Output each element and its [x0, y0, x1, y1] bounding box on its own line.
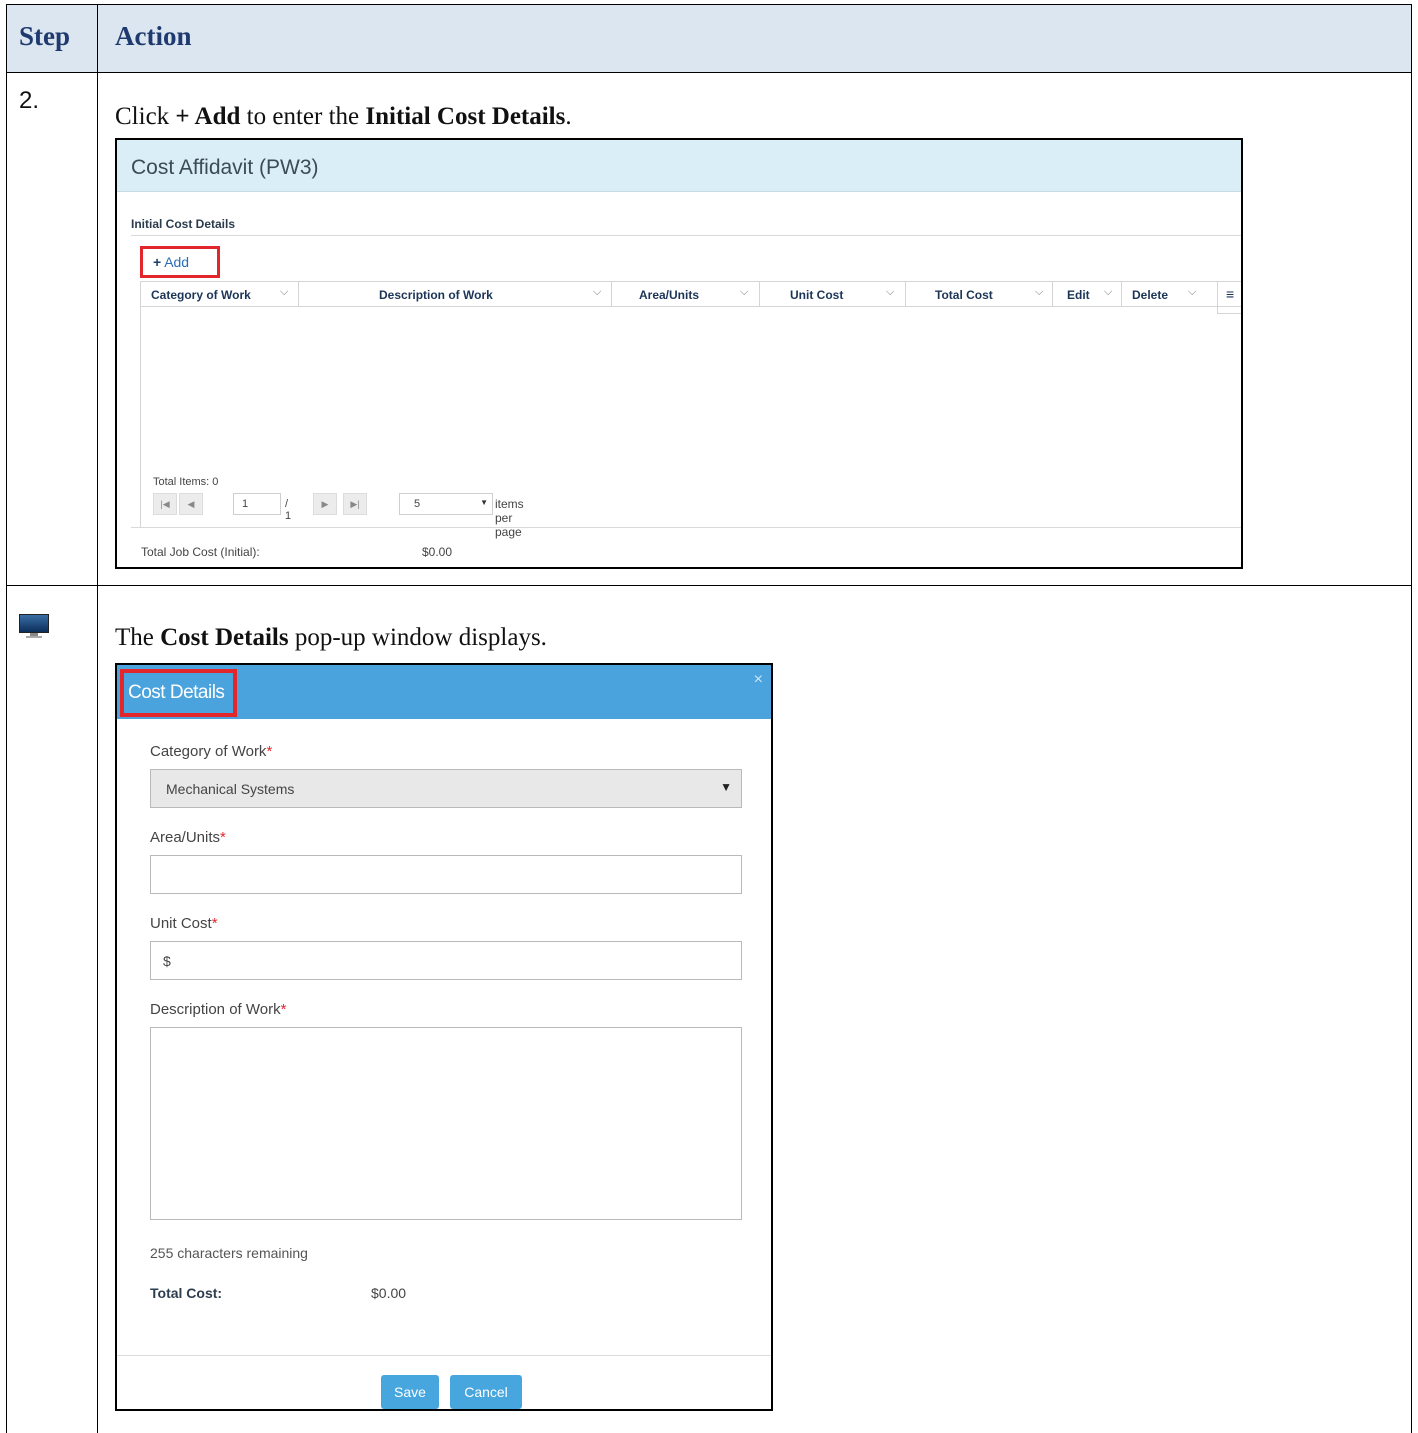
- modal-header: Cost Details ×: [117, 665, 771, 719]
- chevron-down-icon[interactable]: ⌵: [1035, 286, 1043, 299]
- panel-title: Cost Affidavit (PW3): [117, 140, 1241, 192]
- instr-text: to enter the: [240, 103, 366, 130]
- procedure-table: Step Action 2. Click + Add to enter the …: [6, 4, 1412, 1433]
- label-text: Unit Cost: [150, 915, 212, 932]
- save-button[interactable]: Save: [381, 1375, 439, 1409]
- cost-details-modal-screenshot: Cost Details × Category of Work* Mechani…: [115, 663, 773, 1411]
- header-step: Step: [19, 21, 71, 51]
- footer-divider: [131, 527, 1241, 528]
- area-units-label: Area/Units*: [150, 829, 226, 846]
- required-mark: *: [211, 915, 218, 932]
- grid-header: Category of Work ⌵ Description of Work ⌵…: [141, 282, 1241, 307]
- step-result: The Cost Details pop-up window displays.: [115, 624, 547, 652]
- monitor-screen: [19, 614, 49, 633]
- characters-remaining: 255 characters remaining: [150, 1245, 308, 1261]
- add-button[interactable]: + Add: [140, 246, 220, 278]
- column-label: Unit Cost: [790, 288, 844, 302]
- column-header-unit-cost[interactable]: Unit Cost ⌵: [760, 282, 906, 307]
- column-header-category[interactable]: Category of Work ⌵: [141, 282, 299, 307]
- total-cost-value: $0.00: [371, 1285, 407, 1301]
- page-input[interactable]: 1: [233, 493, 281, 515]
- chevron-down-icon[interactable]: ⌵: [1104, 286, 1112, 299]
- area-units-input[interactable]: [150, 855, 742, 894]
- cancel-button[interactable]: Cancel: [450, 1375, 522, 1409]
- column-header-description[interactable]: Description of Work ⌵: [299, 282, 612, 307]
- unit-cost-label: Unit Cost*: [150, 915, 218, 932]
- section-divider: [131, 235, 1241, 236]
- column-header-total-cost[interactable]: Total Cost ⌵: [906, 282, 1053, 307]
- column-menu-icon[interactable]: ≡: [1217, 282, 1241, 314]
- chevron-down-icon[interactable]: ⌵: [1188, 286, 1196, 299]
- close-icon[interactable]: ×: [754, 671, 763, 689]
- column-label: Area/Units: [639, 288, 700, 302]
- unit-cost-input[interactable]: $: [150, 941, 742, 980]
- column-header-edit[interactable]: Edit ⌵: [1053, 282, 1122, 307]
- row-divider: [7, 585, 1411, 586]
- page-size-select[interactable]: 5 ▼: [399, 493, 493, 515]
- column-header-delete[interactable]: Delete ⌵: [1122, 282, 1207, 307]
- instr-bold-add: + Add: [175, 103, 241, 130]
- next-page-icon[interactable]: ▶: [313, 493, 337, 515]
- column-divider: [97, 5, 98, 1433]
- instr-text: Click: [115, 103, 176, 130]
- description-label: Description of Work*: [150, 1001, 286, 1018]
- last-page-icon[interactable]: ▶|: [343, 493, 367, 515]
- page-size-value: 5: [414, 498, 421, 510]
- required-mark: *: [266, 743, 273, 760]
- instr-text: The: [115, 624, 161, 651]
- label-text: Category of Work: [150, 743, 267, 760]
- modal-footer-divider: [117, 1355, 771, 1356]
- page-count: / 1: [285, 498, 292, 522]
- instr-bold-target: Initial Cost Details: [365, 103, 566, 130]
- instr-text: .: [565, 103, 572, 130]
- step-instruction: Click + Add to enter the Initial Cost De…: [115, 103, 572, 131]
- prev-page-icon[interactable]: ◀: [179, 493, 203, 515]
- dropdown-arrow-icon: ▼: [720, 780, 732, 794]
- column-label: Description of Work: [379, 288, 493, 302]
- total-cost-label: Total Cost:: [150, 1285, 223, 1301]
- add-label: Add: [164, 254, 190, 270]
- monitor-base: [26, 636, 42, 638]
- chevron-down-icon[interactable]: ⌵: [886, 286, 894, 299]
- required-mark: *: [220, 829, 226, 846]
- column-label: Delete: [1132, 288, 1169, 302]
- cost-grid: Category of Work ⌵ Description of Work ⌵…: [140, 281, 1241, 539]
- label-text: Area/Units: [150, 829, 221, 846]
- step-number: 2.: [19, 87, 40, 114]
- chevron-down-icon[interactable]: ⌵: [593, 286, 601, 299]
- plus-icon: +: [153, 254, 162, 270]
- dropdown-arrow-icon: ▼: [480, 498, 488, 507]
- column-header-area-units[interactable]: Area/Units ⌵: [612, 282, 760, 307]
- modal-title: Cost Details: [120, 669, 237, 717]
- description-textarea[interactable]: [150, 1027, 742, 1220]
- chevron-down-icon[interactable]: ⌵: [280, 286, 288, 299]
- header-action: Action: [115, 21, 192, 51]
- label-text: Description of Work: [150, 1001, 281, 1018]
- section-label: Initial Cost Details: [131, 217, 236, 231]
- category-value: Mechanical Systems: [166, 781, 295, 797]
- total-job-cost-value: $0.00: [422, 545, 453, 559]
- instr-text: pop-up window displays.: [288, 624, 547, 651]
- cost-affidavit-screenshot: Cost Affidavit (PW3) Initial Cost Detail…: [115, 138, 1243, 569]
- first-page-icon[interactable]: |◀: [153, 493, 177, 515]
- category-label: Category of Work*: [150, 743, 272, 760]
- column-label: Edit: [1067, 288, 1090, 302]
- required-mark: *: [280, 1001, 287, 1018]
- total-items: Total Items: 0: [153, 476, 219, 488]
- column-label: Category of Work: [151, 288, 251, 302]
- table-header: Step Action: [7, 5, 1411, 73]
- monitor-icon: [19, 614, 49, 638]
- instr-bold-target: Cost Details: [160, 624, 289, 651]
- column-label: Total Cost: [935, 288, 993, 302]
- items-per-page-label: items per page: [495, 497, 524, 539]
- category-select[interactable]: Mechanical Systems ▼: [150, 769, 742, 808]
- chevron-down-icon[interactable]: ⌵: [740, 286, 748, 299]
- total-job-cost-label: Total Job Cost (Initial):: [141, 545, 260, 559]
